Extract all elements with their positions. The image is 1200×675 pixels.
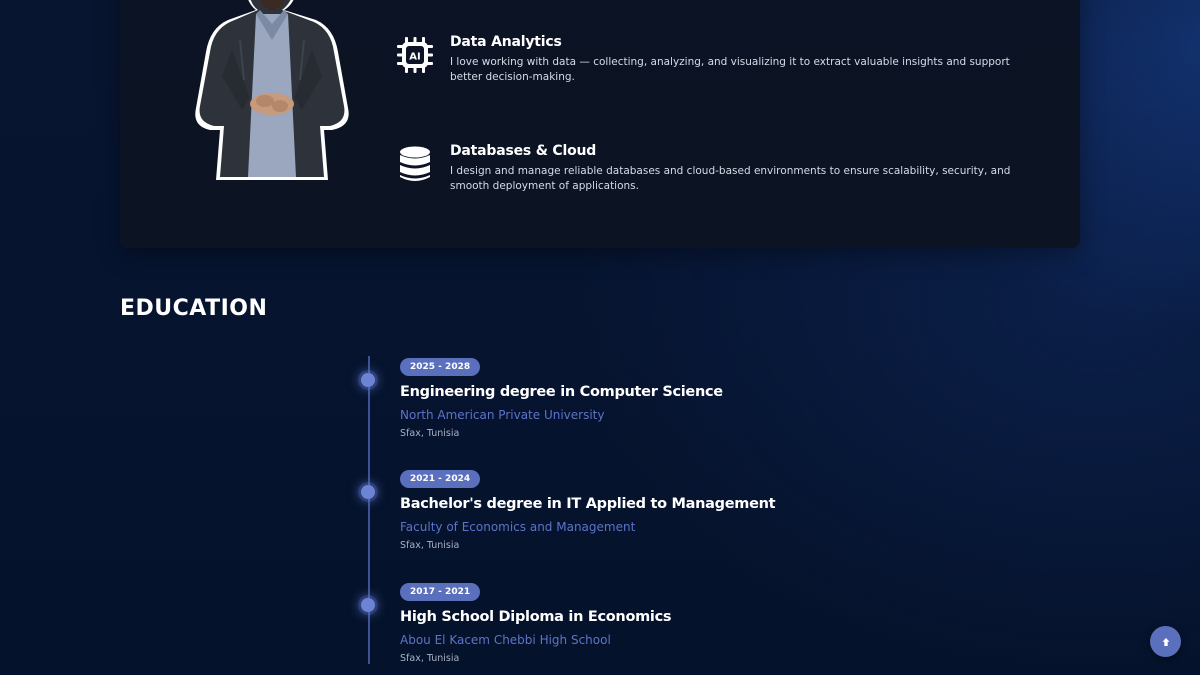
education-item: 2017 - 2021 High School Diploma in Econo… xyxy=(360,583,860,675)
year-badge: 2021 - 2024 xyxy=(400,470,481,488)
degree-title: High School Diploma in Economics xyxy=(400,609,672,625)
svg-text:AI: AI xyxy=(409,52,420,63)
school-location: Sfax, Tunisia xyxy=(400,653,460,664)
school-location: Sfax, Tunisia xyxy=(400,428,460,439)
year-badge: 2025 - 2028 xyxy=(400,358,481,376)
school-location: Sfax, Tunisia xyxy=(400,540,460,551)
ai-chip-icon: AI xyxy=(396,36,434,74)
timeline-dot xyxy=(361,598,375,612)
timeline-dot xyxy=(361,485,375,499)
school-name: Abou El Kacem Chebbi High School xyxy=(400,633,611,647)
school-name: Faculty of Economics and Management xyxy=(400,520,636,534)
education-item: 2025 - 2028 Engineering degree in Comput… xyxy=(360,358,860,465)
education-item: 2021 - 2024 Bachelor's degree in IT Appl… xyxy=(360,470,860,577)
back-to-top-button[interactable] xyxy=(1150,626,1181,657)
timeline-dot xyxy=(361,373,375,387)
service-description: I design and manage reliable databases a… xyxy=(450,165,1011,192)
service-description: I love working with data — collecting, a… xyxy=(450,56,1010,83)
database-icon xyxy=(396,145,434,183)
school-name: North American Private University xyxy=(400,408,605,422)
education-section-title: EDUCATION xyxy=(120,296,268,321)
degree-title: Bachelor's degree in IT Applied to Manag… xyxy=(400,496,776,512)
profile-portrait xyxy=(192,0,352,181)
service-title: Data Analytics xyxy=(450,34,562,50)
about-card: AI Data Analytics I love working with da… xyxy=(120,0,1080,248)
service-title: Databases & Cloud xyxy=(450,143,597,159)
arrow-up-icon xyxy=(1161,632,1171,651)
year-badge: 2017 - 2021 xyxy=(400,583,481,601)
degree-title: Engineering degree in Computer Science xyxy=(400,384,723,400)
